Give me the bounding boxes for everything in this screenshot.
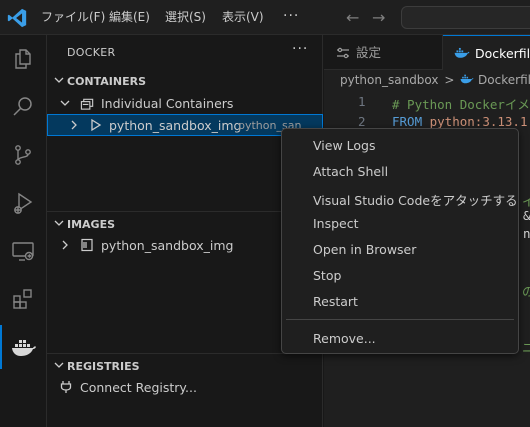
- group-label: Individual Containers: [101, 96, 234, 111]
- command-center-search[interactable]: [401, 6, 530, 29]
- menu-item-label: Attach Shell: [313, 164, 389, 179]
- search-button[interactable]: [0, 85, 47, 129]
- activity-bar: [0, 35, 47, 427]
- code-line-from: python:3.13.1: [422, 114, 528, 129]
- menu-item-label: View Logs: [313, 138, 376, 153]
- images-header-label: IMAGES: [67, 218, 116, 231]
- remote-explorer-button[interactable]: [0, 229, 47, 273]
- breadcrumb-separator: >: [444, 73, 455, 87]
- chevron-down-icon: [54, 220, 64, 226]
- connect-registry-item[interactable]: Connect Registry...: [47, 376, 323, 398]
- title-bar: ファイル(F) 編集(E) 選択(S) 表示(V) ··· ← →: [0, 0, 530, 35]
- containers-group-icon: [80, 98, 94, 110]
- editor-tabs: 設定 Dockerfile: [324, 35, 530, 70]
- source-control-button[interactable]: [0, 133, 47, 177]
- sidebar-more-button[interactable]: ···: [292, 41, 308, 57]
- registries-header-label: REGISTRIES: [67, 360, 140, 373]
- run-debug-icon: [14, 192, 33, 214]
- back-arrow-icon[interactable]: ←: [346, 0, 359, 35]
- menu-item-label: Restart: [313, 294, 358, 309]
- connect-registry-label: Connect Registry...: [80, 380, 197, 395]
- code-fragment: ニ: [522, 340, 530, 355]
- tab-settings-label: 設定: [356, 45, 382, 60]
- chevron-right-icon: [71, 120, 77, 130]
- explorer-button[interactable]: [0, 37, 47, 81]
- line-number: 2: [358, 114, 366, 129]
- menu-item-restart[interactable]: Restart: [286, 289, 514, 313]
- tab-settings[interactable]: 設定: [324, 35, 443, 70]
- menu-separator: [286, 319, 514, 320]
- menu-item-inspect[interactable]: Inspect: [286, 211, 514, 235]
- registries-section-header[interactable]: REGISTRIES: [47, 355, 323, 377]
- line-number: 1: [358, 94, 366, 109]
- vscode-logo-icon[interactable]: [6, 7, 28, 29]
- search-icon: [13, 97, 32, 116]
- breadcrumb-file[interactable]: Dockerfile: [478, 73, 530, 87]
- extensions-icon: [13, 289, 32, 309]
- individual-containers-group[interactable]: Individual Containers: [47, 92, 323, 114]
- section-divider: [47, 353, 323, 354]
- code-keyword: FROM: [392, 114, 423, 129]
- menu-item-view-logs[interactable]: View Logs: [286, 133, 514, 157]
- settings-sliders-icon: [337, 47, 349, 59]
- menu-item-label: Visual Studio Codeをアタッチする: [313, 193, 518, 208]
- tab-dockerfile[interactable]: Dockerfile: [443, 35, 530, 70]
- menu-item-open-browser[interactable]: Open in Browser: [286, 237, 514, 261]
- plug-icon: [60, 381, 72, 393]
- containers-header-label: CONTAINERS: [67, 75, 146, 88]
- menu-item-label: Stop: [313, 268, 342, 283]
- chevron-down-icon: [54, 77, 64, 83]
- code-fragment: の: [522, 284, 530, 299]
- code-fragment: n: [523, 226, 530, 241]
- chevron-down-icon: [60, 100, 70, 106]
- code-fragment: &: [523, 208, 530, 223]
- stopped-container-icon: [91, 118, 102, 132]
- more-menu-button[interactable]: ···: [283, 0, 299, 33]
- menu-view[interactable]: 表示(V): [222, 0, 264, 35]
- chevron-down-icon: [54, 362, 64, 368]
- docker-button[interactable]: [0, 325, 47, 369]
- chevron-right-icon: [62, 240, 68, 250]
- image-label: python_sandbox_img: [101, 238, 234, 253]
- menu-selection[interactable]: 選択(S): [165, 0, 206, 35]
- explorer-icon: [15, 49, 31, 69]
- menu-item-attach-shell[interactable]: Attach Shell: [286, 159, 514, 183]
- tab-dockerfile-label: Dockerfile: [475, 46, 530, 61]
- breadcrumb-folder[interactable]: python_sandbox: [340, 73, 439, 87]
- menu-edit[interactable]: 編集(E): [109, 0, 150, 35]
- code-line-comment: # Python Dockerイメ: [392, 97, 530, 112]
- menu-item-label: Remove...: [313, 331, 376, 346]
- menu-item-remove[interactable]: Remove...: [286, 326, 514, 350]
- menu-item-attach-vscode[interactable]: Visual Studio Codeをアタッチする: [286, 185, 518, 209]
- image-icon: [81, 238, 93, 252]
- menu-item-label: Inspect: [313, 216, 359, 231]
- extensions-button[interactable]: [0, 277, 47, 321]
- remote-explorer-icon: [12, 242, 34, 261]
- sidebar-title: DOCKER: [67, 46, 116, 59]
- forward-arrow-icon[interactable]: →: [372, 0, 385, 35]
- container-label: python_sandbox_img: [109, 118, 242, 133]
- menu-file[interactable]: ファイル(F): [41, 0, 105, 35]
- containers-section-header[interactable]: CONTAINERS: [47, 70, 323, 92]
- run-debug-button[interactable]: [0, 181, 47, 225]
- docker-file-icon: [460, 74, 474, 84]
- docker-icon: [12, 340, 36, 356]
- docker-file-icon: [454, 47, 470, 58]
- menu-item-stop[interactable]: Stop: [286, 263, 514, 287]
- source-control-icon: [15, 145, 31, 165]
- menu-item-label: Open in Browser: [313, 242, 417, 257]
- container-context-menu: View Logs Attach Shell Visual Studio Cod…: [281, 128, 519, 354]
- breadcrumb: python_sandbox > Dockerfile: [340, 73, 530, 87]
